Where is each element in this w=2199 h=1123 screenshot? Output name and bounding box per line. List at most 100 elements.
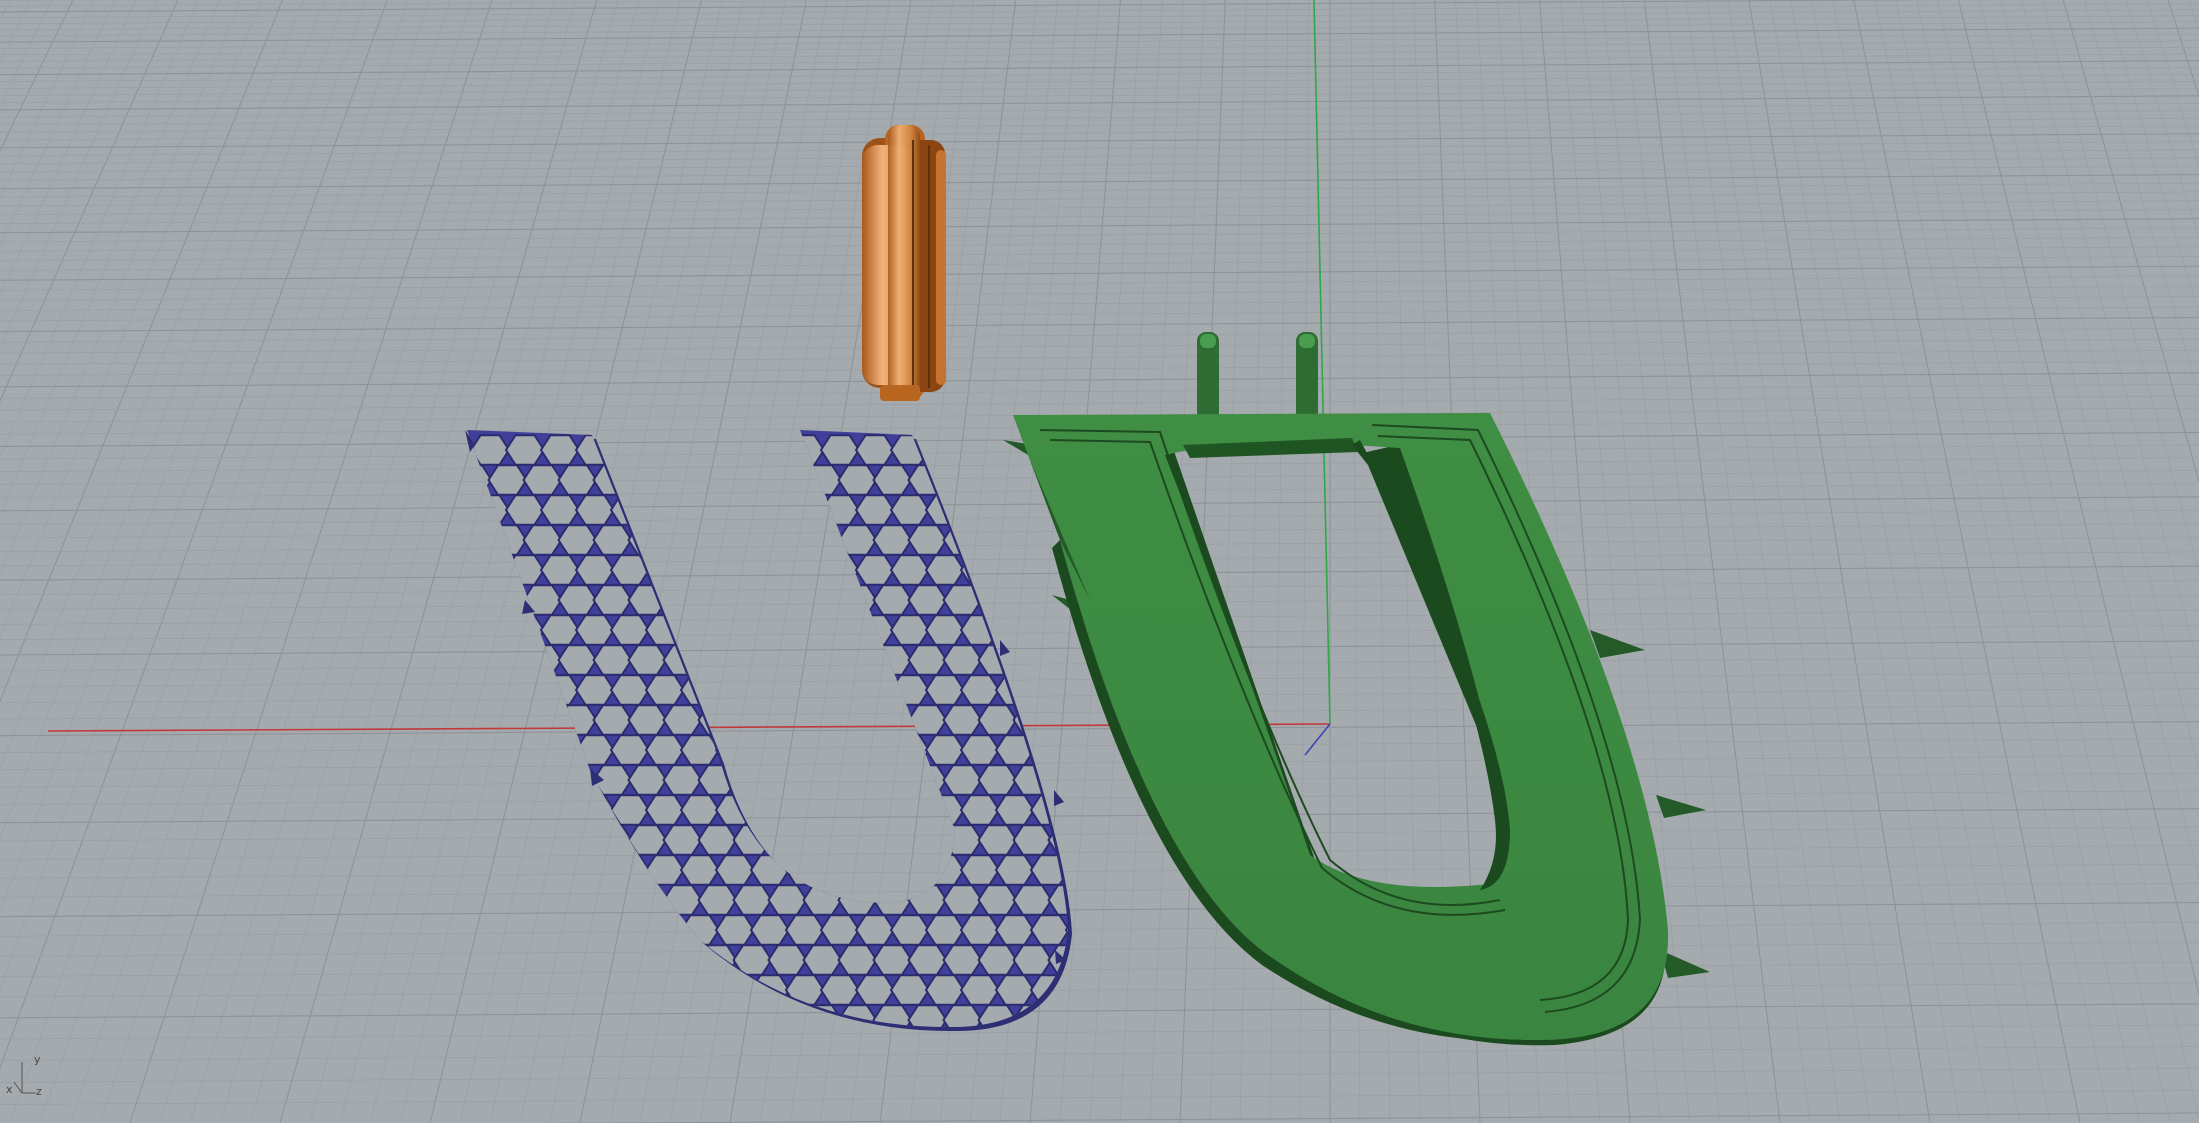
honeycomb-cell (1012, 884, 1053, 916)
honeycomb-cell (574, 554, 616, 586)
honeycomb-cell (994, 914, 1036, 946)
honeycomb-cell (891, 1035, 929, 1065)
3d-viewport[interactable]: x y z (0, 0, 2199, 1123)
honeycomb-cell (1012, 524, 1053, 556)
grid-line (0, 921, 2199, 937)
honeycomb-cell (469, 974, 511, 1006)
honeycomb-cell (889, 854, 931, 886)
honeycomb-cell (994, 974, 1036, 1006)
honeycomb-cell (592, 524, 633, 556)
honeycomb-cell (629, 1065, 667, 1095)
grid-line (0, 102, 2199, 118)
honeycomb-cell (996, 1035, 1034, 1065)
honeycomb-cell (539, 854, 581, 886)
grid-line (2167, 0, 2199, 98)
honeycomb-cell (487, 644, 528, 676)
honeycomb-cell (1029, 914, 1068, 946)
honeycomb-cell (1259, 1065, 1297, 1095)
grid-line (1895, 0, 2141, 1123)
grid-line (0, 772, 2199, 788)
honeycomb-cell (679, 974, 721, 1006)
honeycomb-cell (802, 884, 843, 916)
grid-line (0, 141, 2199, 157)
honeycomb-cell (716, 1035, 754, 1065)
honeycomb-cell (504, 854, 546, 886)
honeycomb-cell (942, 584, 983, 616)
ring-band[interactable] (862, 125, 946, 401)
honeycomb-cell (487, 884, 528, 916)
honeycomb-cell (609, 614, 651, 646)
grid-line (0, 191, 2199, 207)
honeycomb-cell (662, 1004, 703, 1028)
honeycomb-cell (609, 734, 651, 766)
honeycomb-cell (714, 974, 756, 1006)
honeycomb-cell (487, 944, 528, 976)
honeycomb-cell (1136, 915, 1174, 945)
honeycomb-cell (924, 974, 966, 1006)
honeycomb-cell (837, 944, 878, 976)
honeycomb-cell (539, 674, 581, 706)
honeycomb-cell (1012, 944, 1053, 976)
honeycomb-cell (469, 674, 511, 706)
honeycomb-cell (627, 584, 668, 616)
honeycomb-cell (714, 554, 756, 586)
grid-line (0, 133, 2199, 149)
grid-line (0, 372, 2199, 388)
honeycomb-cell (837, 524, 878, 556)
honeycomb-cell (924, 554, 966, 586)
grid-line (0, 0, 158, 349)
honeycomb-cell (1294, 765, 1332, 795)
honeycomb-cell (1241, 615, 1279, 645)
honeycomb-cell (522, 824, 563, 856)
honeycomb-cell (907, 884, 948, 916)
honeycomb-cell (959, 794, 1001, 826)
honeycomb-cell (1399, 1065, 1437, 1095)
honeycomb-cell (557, 1004, 598, 1028)
honeycomb-cell (1136, 1035, 1174, 1065)
honeycomb-cell (714, 494, 756, 526)
honeycomb-cell (924, 734, 966, 766)
honeycomb-cell (609, 674, 651, 706)
honeycomb-cell (889, 554, 931, 586)
honeycomb-cell (541, 1035, 579, 1065)
honeycomb-cell (959, 734, 1001, 766)
honeycomb-cell (467, 704, 493, 736)
honeycomb-cell (522, 464, 563, 496)
grid-line (0, 3, 2199, 19)
honeycomb-cell (1012, 644, 1053, 676)
honeycomb-cell (786, 1035, 824, 1065)
honeycomb-cell (854, 494, 896, 526)
honeycomb-cell (1084, 825, 1122, 855)
grid-line (0, 1024, 2199, 1040)
honeycomb-cell (1101, 915, 1139, 945)
honeycomb-cell (854, 554, 896, 586)
grid-line (2062, 0, 2199, 484)
honeycomb-cell (1381, 675, 1419, 705)
honeycomb-cell (732, 824, 773, 856)
honeycomb-cell (467, 584, 493, 616)
honeycomb-cell (1329, 1065, 1367, 1095)
honeycomb-cell (1154, 1065, 1192, 1095)
grid-line (0, 349, 2199, 365)
honeycomb-cell (942, 644, 983, 676)
honeycomb-cell (539, 554, 581, 586)
honeycomb-cell (977, 704, 1018, 736)
honeycomb-cell (907, 944, 948, 976)
honeycomb-cell (627, 704, 668, 736)
honeycomb-cell (574, 674, 616, 706)
honeycomb-cell (784, 674, 826, 706)
grid-line (0, 0, 95, 199)
honeycomb-cell (749, 734, 791, 766)
honeycomb-cell (784, 494, 826, 526)
honeycomb-cell (1329, 465, 1367, 495)
honeycomb-cell (784, 974, 826, 1006)
grid-line (0, 9, 2199, 25)
honeycomb-cell (1329, 765, 1367, 795)
honeycomb-cell (819, 614, 861, 646)
honeycomb-cell (1241, 495, 1279, 525)
honeycomb-cell (907, 584, 948, 616)
honeycomb-cell (907, 644, 948, 676)
honeycomb-cell (1171, 975, 1209, 1005)
grid-line (0, 0, 32, 63)
honeycomb-cell (1259, 465, 1297, 495)
